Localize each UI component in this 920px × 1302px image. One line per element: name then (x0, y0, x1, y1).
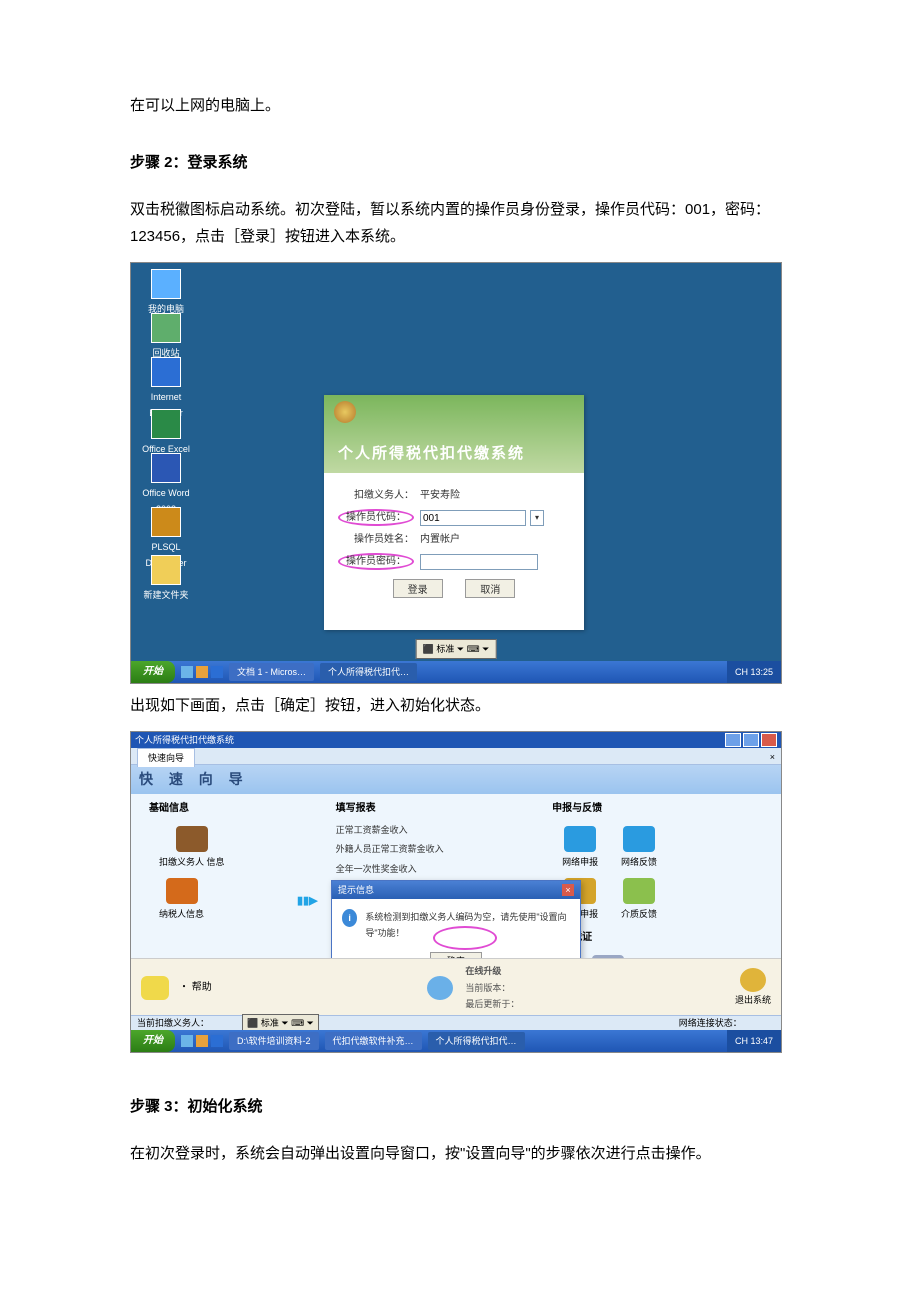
arrow-icon: ▮▮▶ (297, 892, 318, 912)
upgrade-version-label: 当前版本： (465, 980, 519, 996)
taskbar-item[interactable]: 文档 1 - Micros… (229, 663, 314, 681)
quick-launch-icon[interactable] (181, 1035, 193, 1047)
exit-icon[interactable] (740, 968, 766, 992)
col-heading-voucher: 税款凭证 (552, 929, 763, 947)
form-item[interactable]: 外籍人员正常工资薪金收入 (336, 841, 496, 857)
minimize-button[interactable] (725, 733, 741, 747)
tab-bar: 快速向导 × (131, 748, 781, 765)
dialog-title: 提示信息 (338, 882, 374, 898)
login-title: 个人所得税代扣代缴系统 (338, 440, 525, 467)
exit-label[interactable]: 退出系统 (735, 992, 771, 1008)
quick-launch-icon[interactable] (181, 666, 193, 678)
status-bar: 当前扣缴义务人： ⬛ 标准 ⏷ ⌨ ⏷ 网络连接状态： (131, 1015, 781, 1030)
col-heading-basic: 基础信息 (149, 800, 279, 818)
taskbar-item[interactable]: 个人所得税代扣代… (320, 663, 417, 681)
desktop-icon-new-folder[interactable]: 新建文件夹 (135, 555, 197, 603)
screenshot-wizard-dialog: 个人所得税代扣代缴系统 快速向导 × 快 速 向 导 基础信息 扣缴义务人 信息… (130, 731, 782, 1053)
after-shot1-caption: 出现如下画面，点击［确定］按钮，进入初始化状态。 (130, 692, 790, 719)
operator-code-dropdown-button[interactable]: ▾ (530, 510, 544, 526)
step3-heading: 步骤 3：初始化系统 (130, 1093, 790, 1120)
window-titlebar: 个人所得税代扣代缴系统 (131, 732, 781, 748)
label-password: 操作员密码： (324, 553, 420, 571)
screenshot-xp-desktop-login: 我的电脑 回收站 Internet Explorer Office Excel … (130, 262, 782, 684)
desktop-icon-recycle-bin[interactable]: 回收站 (135, 313, 197, 361)
login-button[interactable]: 登录 (393, 579, 443, 598)
page-title: 快 速 向 导 (131, 765, 781, 794)
status-network-label: 网络连接状态： (679, 1015, 742, 1031)
icon-label: 网络申报 (562, 854, 598, 870)
icon-label: 纳税人信息 (159, 906, 204, 922)
login-window: 个人所得税代扣代缴系统 扣缴义务人： 平安寿险 操作员代码： ▾ 操作员姓名： … (324, 395, 584, 630)
start-button[interactable]: 开始 (131, 1030, 175, 1052)
taskbar-item[interactable]: D:\软件培训资料-2 (229, 1032, 319, 1050)
cancel-button[interactable]: 取消 (465, 579, 515, 598)
info-icon: i (342, 909, 357, 927)
app-footer: ・ 帮助 在线升级 当前版本： 最后更新于： 退出系统 (131, 958, 781, 1016)
icon-net-feedback[interactable]: 网络反馈 (621, 826, 657, 870)
desktop-icon-my-computer[interactable]: 我的电脑 (135, 269, 197, 317)
label-operator-code: 操作员代码： (324, 509, 420, 527)
value-operator-name: 内置帐户 (420, 531, 460, 549)
maximize-button[interactable] (743, 733, 759, 747)
step2-heading: 步骤 2：登录系统 (130, 149, 790, 176)
desktop-icon-label: 新建文件夹 (143, 590, 188, 600)
login-header: 个人所得税代扣代缴系统 (324, 395, 584, 473)
tax-emblem-icon (334, 401, 356, 423)
icon-label: 扣缴义务人 信息 (159, 854, 225, 870)
taskbar: 开始 文档 1 - Micros… 个人所得税代扣代… CH 13:25 (131, 661, 781, 683)
dialog-close-button[interactable]: × (562, 884, 574, 896)
icon-person-info[interactable]: 纳税人信息 (159, 878, 204, 922)
annotation-circle (433, 926, 497, 950)
close-button[interactable] (761, 733, 777, 747)
taskbar: 开始 D:\软件培训资料-2 代扣代缴软件补充… 个人所得税代扣代… CH 13… (131, 1030, 781, 1052)
operator-code-field[interactable] (420, 510, 526, 526)
start-button[interactable]: 开始 (131, 661, 175, 683)
quick-launch-icon[interactable] (211, 666, 223, 678)
system-tray[interactable]: CH 13:25 (727, 661, 781, 683)
value-taxpayer: 平安寿险 (420, 487, 460, 505)
taskbar-item[interactable]: 代扣代缴软件补充… (325, 1032, 422, 1050)
form-item[interactable]: 正常工资薪金收入 (336, 822, 496, 838)
icon-label: 网络反馈 (621, 854, 657, 870)
col-heading-forms: 填写报表 (336, 800, 496, 818)
upgrade-heading: 在线升级 (465, 963, 519, 979)
dialog-titlebar: 提示信息 × (332, 881, 580, 899)
step3-paragraph: 在初次登录时，系统会自动弹出设置向导窗口，按"设置向导"的步骤依次进行点击操作。 (130, 1140, 790, 1167)
col-heading-report: 申报与反馈 (552, 800, 763, 818)
prev-page-continuation: 在可以上网的电脑上。 (130, 92, 790, 119)
quick-launch-icon[interactable] (211, 1035, 223, 1047)
system-tray[interactable]: CH 13:47 (727, 1030, 781, 1052)
label-taxpayer: 扣缴义务人： (324, 487, 420, 505)
ime-toolbar[interactable]: ⬛ 标准 ⏷ ⌨ ⏷ (416, 639, 497, 659)
help-label[interactable]: ・ 帮助 (179, 979, 212, 997)
icon-net-report[interactable]: 网络申报 (562, 826, 598, 870)
password-field[interactable] (420, 554, 538, 570)
icon-label: 介质反馈 (621, 906, 657, 922)
upgrade-icon[interactable] (427, 976, 453, 1000)
status-taxpayer-label: 当前扣缴义务人： (137, 1015, 209, 1031)
icon-taxpayer-info[interactable]: 扣缴义务人 信息 (159, 826, 225, 870)
label-operator-name: 操作员姓名： (324, 531, 420, 549)
upgrade-updated-label: 最后更新于： (465, 996, 519, 1012)
taskbar-item[interactable]: 个人所得税代扣代… (428, 1032, 525, 1050)
window-title: 个人所得税代扣代缴系统 (135, 732, 234, 748)
quick-launch-icon[interactable] (196, 1035, 208, 1047)
icon-media-feedback[interactable]: 介质反馈 (621, 878, 657, 922)
quick-launch-icon[interactable] (196, 666, 208, 678)
help-icon[interactable] (141, 976, 169, 1000)
step2-paragraph: 双击税徽图标启动系统。初次登陆，暂以系统内置的操作员身份登录，操作员代码：001… (130, 196, 790, 250)
tab-quick-wizard[interactable]: 快速向导 (137, 748, 195, 767)
form-item[interactable]: 全年一次性奖金收入 (336, 861, 496, 877)
tab-close-icon[interactable]: × (764, 748, 781, 766)
